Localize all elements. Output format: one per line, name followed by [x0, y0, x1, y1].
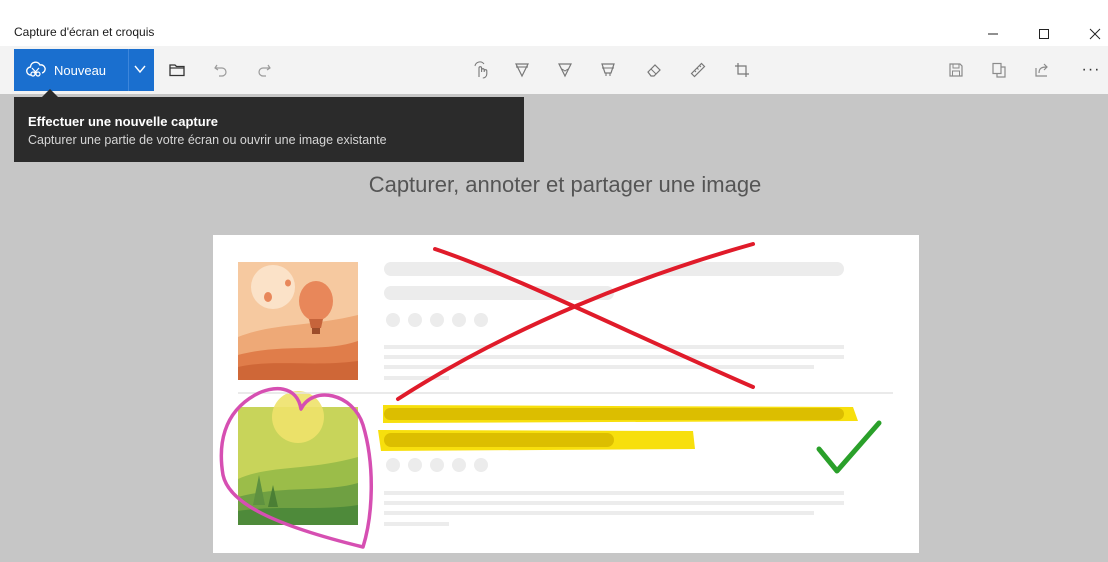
- minimize-button[interactable]: [970, 22, 1016, 46]
- highlighter-icon: [601, 63, 615, 76]
- maximize-button[interactable]: [1021, 22, 1067, 46]
- save-icon: [949, 63, 963, 77]
- undo-button[interactable]: [207, 56, 235, 84]
- chevron-down-icon: [134, 65, 146, 74]
- tooltip-title: Effectuer une nouvelle capture: [28, 114, 218, 129]
- new-snip-label: Nouveau: [54, 62, 107, 78]
- pencil-icon: [558, 63, 572, 78]
- maximize-icon: [1039, 29, 1049, 39]
- ruler-button[interactable]: [684, 56, 712, 84]
- ballpoint-pen-button[interactable]: [508, 56, 536, 84]
- toolbar: Nouveau ···: [0, 46, 1108, 94]
- balloon-image: [238, 262, 358, 380]
- crop-icon: [735, 63, 749, 77]
- minimize-icon: [988, 33, 998, 35]
- tooltip-arrow: [42, 89, 58, 97]
- copy-button[interactable]: [985, 56, 1013, 84]
- close-icon: [1089, 28, 1101, 40]
- share-icon: [1035, 63, 1048, 77]
- ballpoint-pen-icon: [515, 63, 529, 78]
- undo-icon: [214, 64, 227, 77]
- landscape-image: [238, 391, 358, 525]
- eraser-icon: [647, 64, 661, 77]
- pencil-button[interactable]: [551, 56, 579, 84]
- more-icon: ···: [1081, 61, 1101, 78]
- ruler-icon: [690, 62, 706, 78]
- tooltip-description: Capturer une partie de votre écran ou ou…: [28, 133, 387, 147]
- new-snip-tooltip: Effectuer une nouvelle capture Capturer …: [14, 89, 524, 162]
- close-button[interactable]: [1072, 22, 1108, 46]
- redo-button[interactable]: [250, 56, 278, 84]
- more-button[interactable]: ···: [1077, 56, 1105, 84]
- folder-icon: [169, 64, 185, 77]
- touch-writing-button[interactable]: [467, 56, 495, 84]
- highlighter-button[interactable]: [594, 56, 622, 84]
- share-button[interactable]: [1028, 56, 1056, 84]
- save-button[interactable]: [942, 56, 970, 84]
- open-file-button[interactable]: [163, 56, 191, 84]
- title-bar: Capture d'écran et croquis: [0, 0, 1108, 46]
- new-snip-button[interactable]: Nouveau: [14, 49, 154, 91]
- annotation-illustration: [213, 235, 919, 553]
- app-window: Capture d'écran et croquis Nouveau ··· E…: [0, 0, 1108, 562]
- touch-writing-icon: [474, 61, 488, 79]
- button-divider: [128, 49, 129, 91]
- welcome-headline: Capturer, annoter et partager une image: [368, 172, 762, 197]
- snip-icon: [26, 61, 46, 79]
- crop-button[interactable]: [728, 56, 756, 84]
- eraser-button[interactable]: [640, 56, 668, 84]
- new-snip-dropdown[interactable]: [132, 61, 148, 77]
- redo-icon: [258, 64, 271, 77]
- app-title: Capture d'écran et croquis: [14, 25, 155, 39]
- copy-icon: [992, 62, 1006, 78]
